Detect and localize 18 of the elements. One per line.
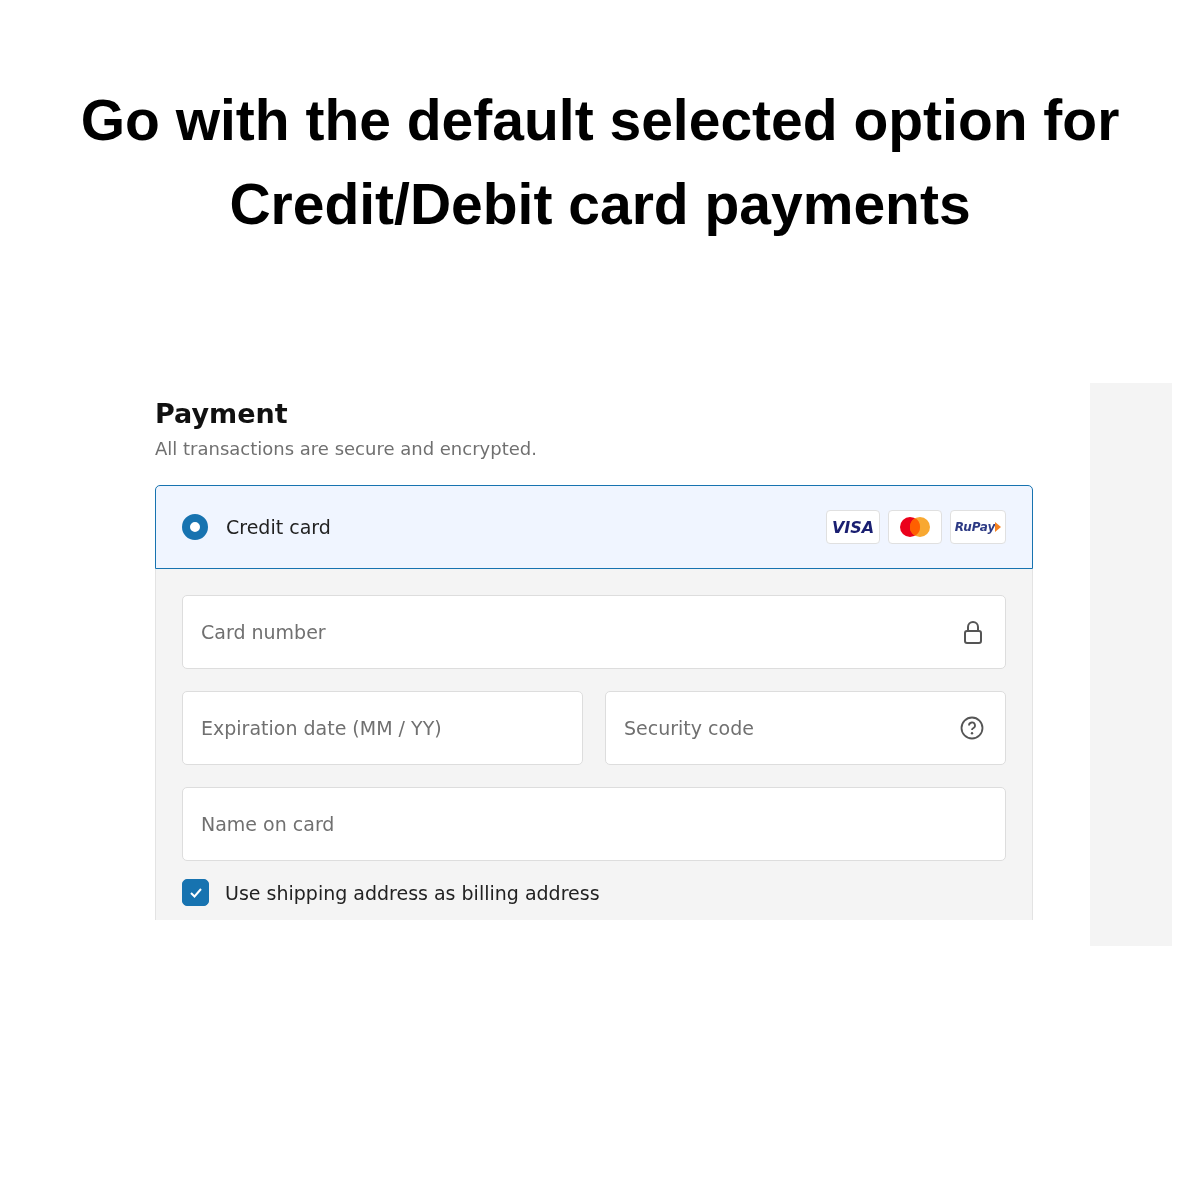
input-field[interactable]: Card number <box>182 595 1006 669</box>
caption-heading: Go with the default selected option for Credit/Debit card payments <box>79 87 1121 238</box>
radio-button[interactable] <box>182 514 208 540</box>
checkbox[interactable] <box>182 879 209 906</box>
input-field[interactable]: Name on card <box>182 787 1006 861</box>
help-icon[interactable] <box>960 716 984 740</box>
payment-subtitle: All transactions are secure and encrypted. <box>155 437 538 461</box>
payment-title: Payment <box>155 397 289 431</box>
input-field[interactable]: Expiration date (MM / YY) <box>182 691 583 765</box>
method-label: Credit card <box>226 516 332 538</box>
lock-icon <box>962 620 984 644</box>
mastercard-logo <box>888 510 942 544</box>
check-icon <box>188 886 203 899</box>
visa-logo: VISA <box>826 510 880 544</box>
input-field[interactable]: Security code <box>605 691 1006 765</box>
rupay-logo: RuPay <box>950 510 1006 544</box>
checkbox-label: Use shipping address as billing address <box>225 881 600 904</box>
payment-method-option[interactable]: Credit card VISA RuPay <box>155 485 1033 569</box>
